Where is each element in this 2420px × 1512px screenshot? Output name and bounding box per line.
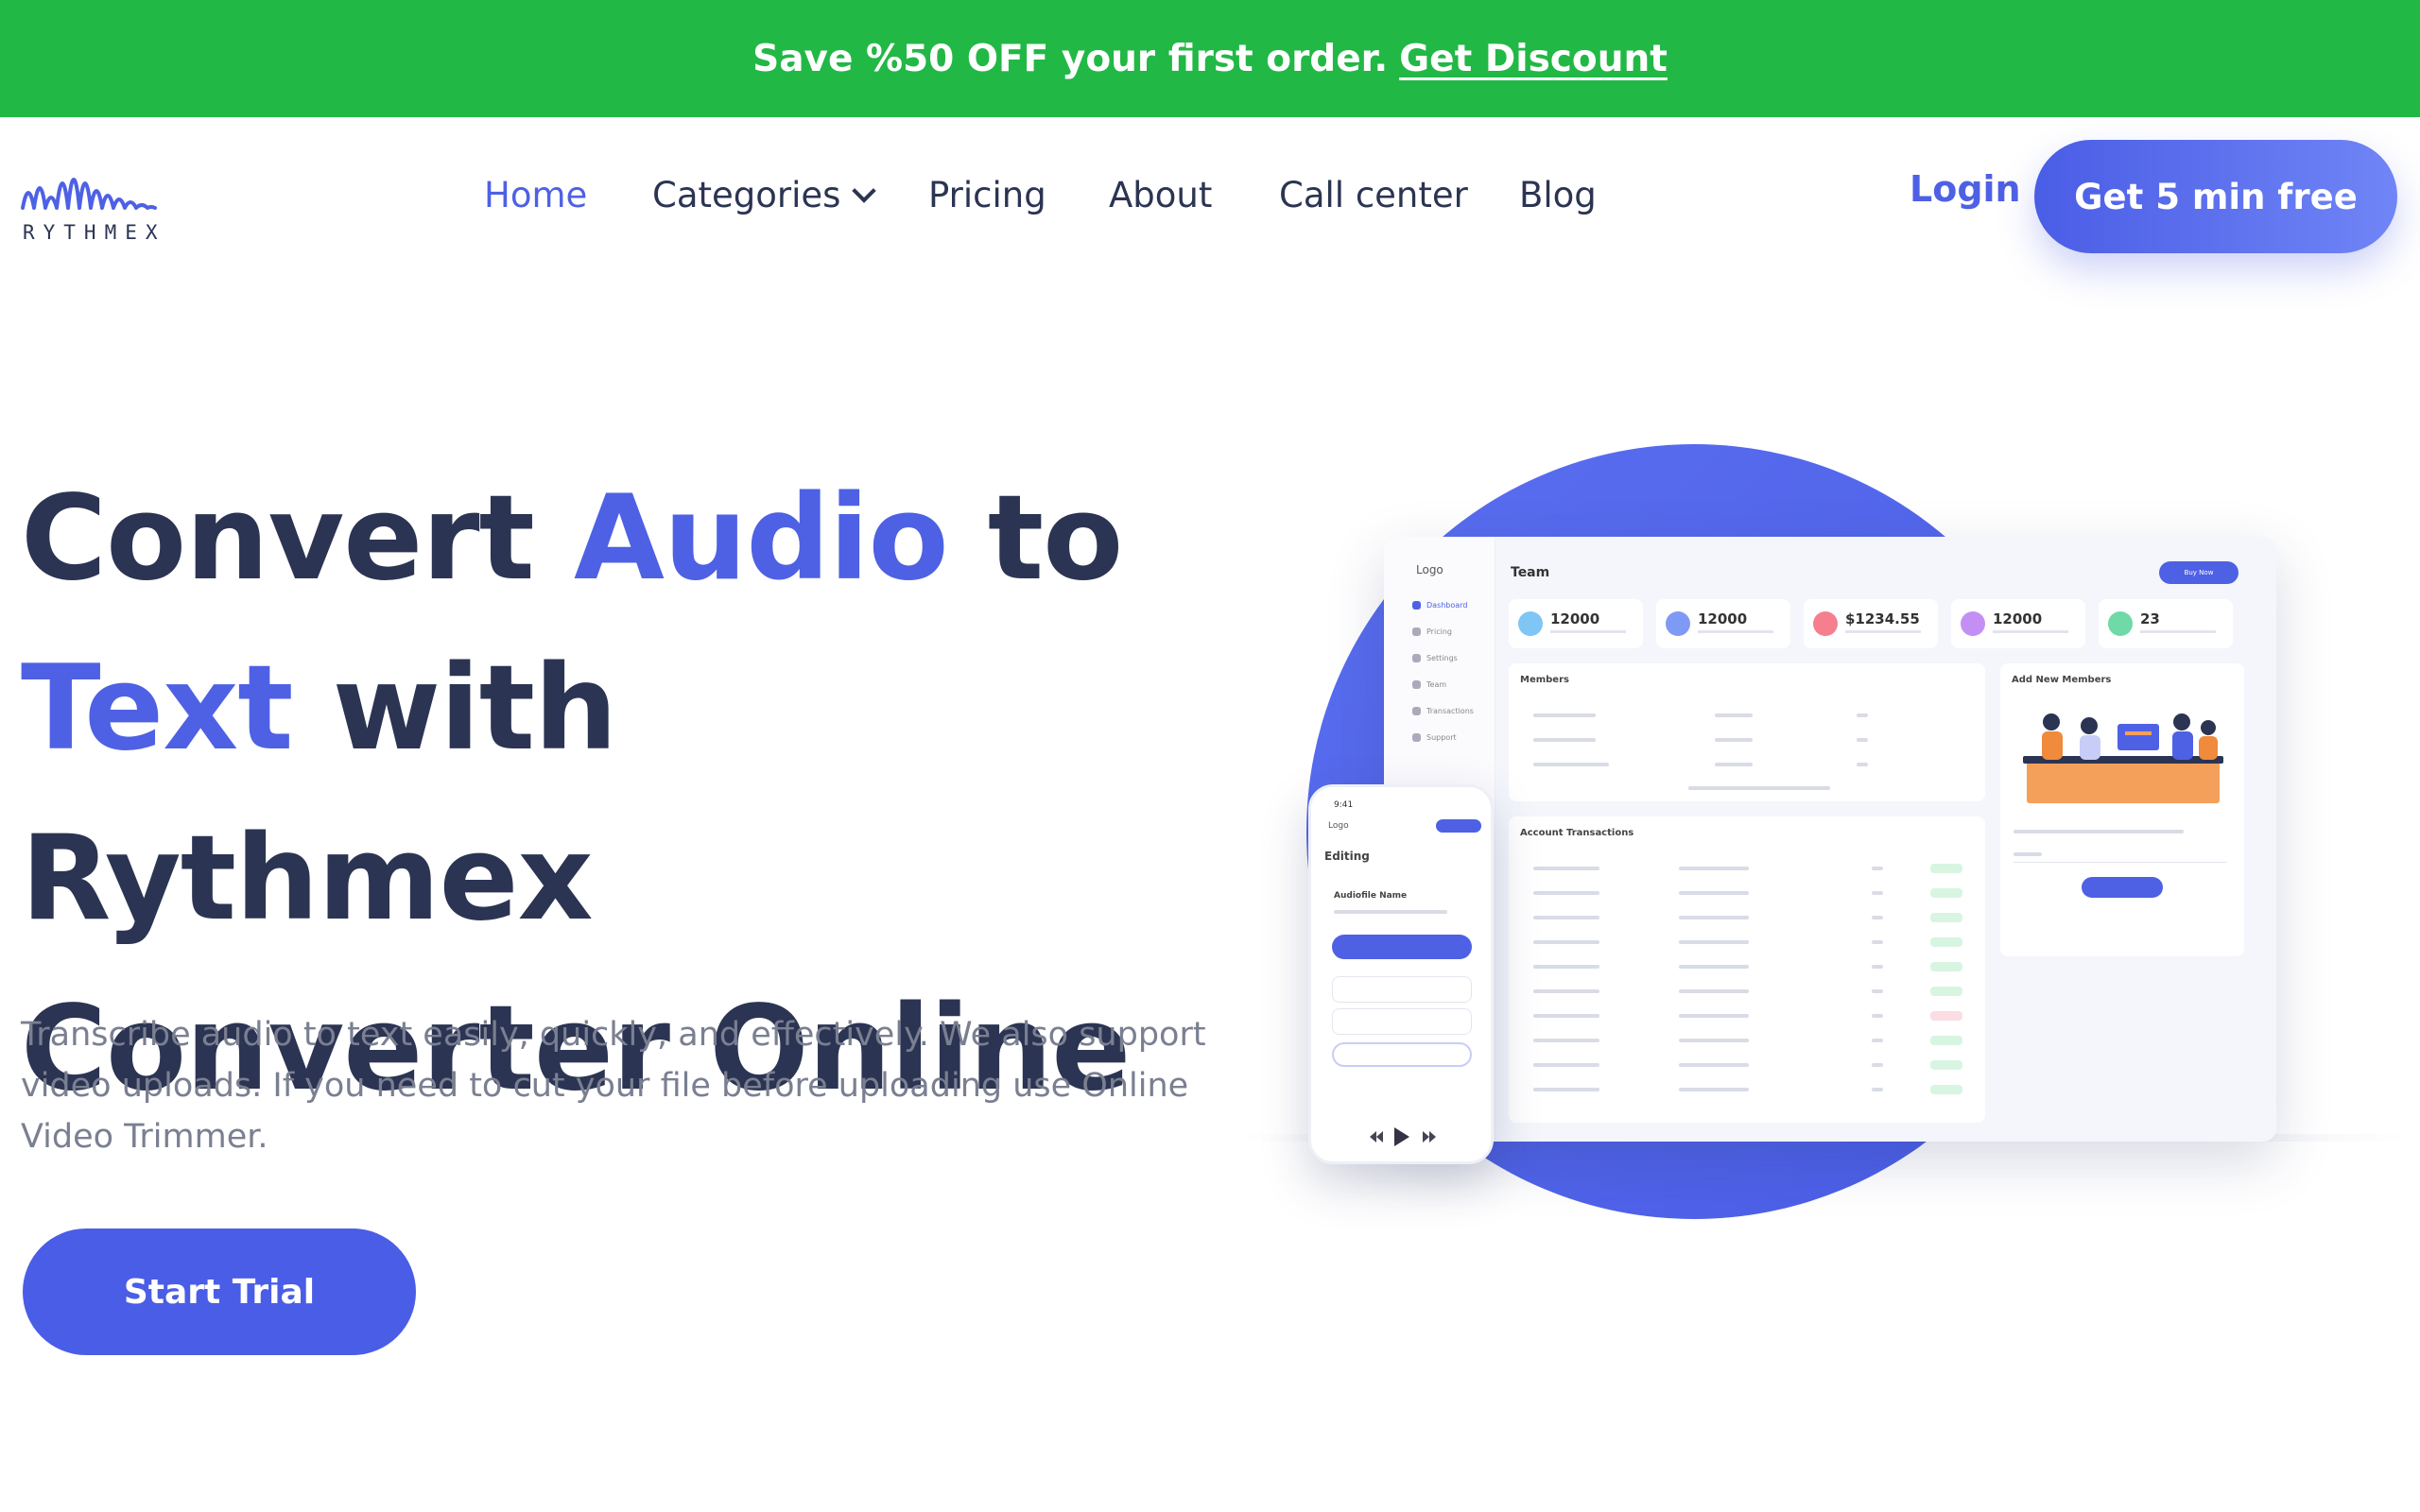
dashboard-title: Team bbox=[1511, 565, 1550, 580]
stat-value: 12000 bbox=[1698, 610, 1748, 627]
get-discount-link[interactable]: Get Discount bbox=[1399, 38, 1668, 80]
stat-card: 23 bbox=[2099, 599, 2233, 648]
phone-buy-button bbox=[1436, 819, 1481, 833]
stat-card: 12000 bbox=[1509, 599, 1643, 648]
add-members-card: Add New Members bbox=[2000, 663, 2244, 956]
phone-replace-all-button bbox=[1332, 1042, 1472, 1067]
hero-title-part: Convert bbox=[21, 471, 574, 607]
login-link[interactable]: Login bbox=[1910, 168, 2021, 210]
phone-file-name: Audiofile Name bbox=[1334, 891, 1408, 901]
stat-icon bbox=[1961, 611, 1985, 636]
nav-about[interactable]: About bbox=[1109, 175, 1212, 215]
dashboard-sidebar-item: Team bbox=[1412, 680, 1446, 689]
dashboard-sidebar-item: Transactions bbox=[1412, 707, 1474, 715]
stat-card: 12000 bbox=[1656, 599, 1790, 648]
transactions-card: Account Transactions bbox=[1509, 816, 1985, 1123]
nav-call-center[interactable]: Call center bbox=[1279, 175, 1468, 215]
dashboard-logo: Logo bbox=[1416, 563, 1443, 576]
stat-icon bbox=[1813, 611, 1838, 636]
dashboard-main: Team Buy Now 12000 12000 $1234.55 12000 … bbox=[1495, 537, 2276, 1142]
dashboard-sidebar-label: Settings bbox=[1426, 654, 1458, 662]
home-icon bbox=[1412, 601, 1421, 610]
stat-card: $1234.55 bbox=[1804, 599, 1938, 648]
transactions-icon bbox=[1412, 707, 1421, 715]
stat-value: 12000 bbox=[1550, 610, 1600, 627]
dashboard-sidebar-label: Dashboard bbox=[1426, 601, 1468, 610]
dashboard-sidebar-item: Support bbox=[1412, 733, 1457, 742]
play-icon bbox=[1394, 1127, 1409, 1146]
hero-title-part: to bbox=[947, 471, 1123, 607]
nav-categories[interactable]: Categories bbox=[652, 174, 877, 215]
dashboard-sidebar-item: Pricing bbox=[1412, 627, 1452, 636]
members-card: Members bbox=[1509, 663, 1985, 801]
team-illustration-icon bbox=[2023, 713, 2223, 803]
gear-icon bbox=[1412, 654, 1421, 662]
stat-icon bbox=[1518, 611, 1543, 636]
promo-banner: Save %50 OFF your first order. Get Disco… bbox=[0, 0, 2420, 117]
team-icon bbox=[1412, 680, 1421, 689]
stat-card: 12000 bbox=[1951, 599, 2085, 648]
nav-blog[interactable]: Blog bbox=[1519, 175, 1597, 215]
support-icon bbox=[1412, 733, 1421, 742]
phone-time: 9:41 bbox=[1334, 800, 1354, 810]
dashboard-sidebar-label: Support bbox=[1426, 733, 1457, 742]
transactions-title: Account Transactions bbox=[1520, 828, 1634, 838]
members-title: Members bbox=[1520, 675, 1569, 685]
phone-find-field bbox=[1332, 976, 1472, 1003]
rewind-icon bbox=[1370, 1131, 1383, 1143]
start-trial-button[interactable]: Start Trial bbox=[23, 1228, 416, 1355]
phone-logo: Logo bbox=[1328, 821, 1349, 831]
phone-export-button bbox=[1332, 935, 1472, 959]
hero-description: Transcribe audio to text easily, quickly… bbox=[21, 1016, 1206, 1156]
brand-wordmark: RYTHMEX bbox=[23, 221, 166, 244]
hero-title-accent: Text bbox=[21, 641, 293, 777]
stat-value: $1234.55 bbox=[1845, 610, 1920, 627]
dashboard-sidebar-item: Dashboard bbox=[1412, 601, 1467, 610]
pricing-icon bbox=[1412, 627, 1421, 636]
chevron-down-icon bbox=[852, 178, 877, 203]
nav-categories-label: Categories bbox=[652, 174, 841, 215]
dashboard-sidebar-item: Settings bbox=[1412, 654, 1458, 662]
get-free-minutes-button[interactable]: Get 5 min free bbox=[2034, 140, 2397, 253]
dashboard-sidebar-label: Pricing bbox=[1426, 627, 1452, 636]
stat-icon bbox=[2108, 611, 2133, 636]
phone-title: Editing bbox=[1324, 850, 1370, 863]
dashboard-mockup: Logo Dashboard Pricing Settings Team Tra… bbox=[1384, 537, 2276, 1142]
phone-mockup: 9:41 Logo Editing Audiofile Name bbox=[1308, 784, 1494, 1164]
stat-icon bbox=[1666, 611, 1690, 636]
promo-text: Save %50 OFF your first order. bbox=[752, 37, 1389, 80]
dashboard-sidebar-label: Transactions bbox=[1426, 707, 1474, 715]
phone-replace-field bbox=[1332, 1008, 1472, 1035]
nav-home[interactable]: Home bbox=[484, 175, 587, 215]
stat-value: 12000 bbox=[1993, 610, 2043, 627]
dashboard-buy-button: Buy Now bbox=[2159, 561, 2238, 584]
send-invite-button bbox=[2082, 877, 2163, 898]
hero-title-accent: Audio bbox=[574, 471, 949, 607]
dashboard-sidebar-label: Team bbox=[1426, 680, 1447, 689]
stat-value: 23 bbox=[2140, 610, 2160, 627]
nav-pricing[interactable]: Pricing bbox=[928, 175, 1046, 215]
add-members-title: Add New Members bbox=[2012, 675, 2112, 685]
fast-forward-icon bbox=[1423, 1131, 1436, 1143]
